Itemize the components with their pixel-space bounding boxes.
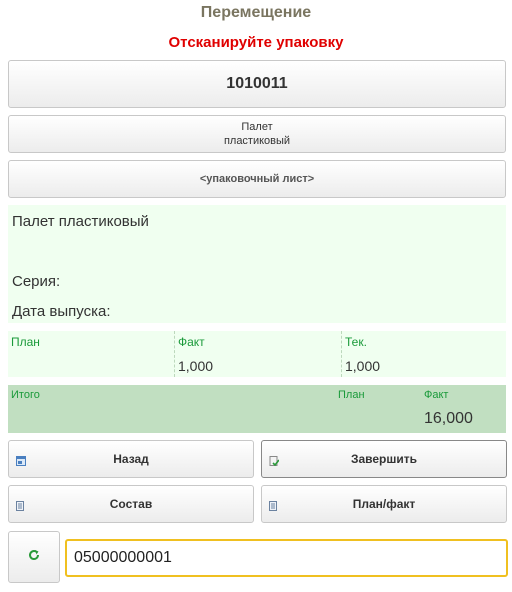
plan-column: План	[8, 331, 174, 377]
contents-label: Состав	[109, 497, 153, 511]
current-column: Тек. 1,000	[341, 331, 506, 377]
pallet-type-line2: пластиковый	[223, 135, 291, 147]
finish-button[interactable]: Завершить	[261, 440, 507, 478]
series-label: Серия:	[12, 273, 61, 290]
fact-value: 1,000	[178, 358, 214, 374]
fact-header: Факт	[178, 335, 205, 349]
totals-fact-label: Факт	[424, 389, 449, 401]
finish-label: Завершить	[350, 452, 418, 466]
pallet-type-line1: Палет	[241, 121, 273, 133]
refresh-icon	[28, 548, 40, 566]
release-date-label: Дата выпуска:	[12, 303, 111, 320]
fact-column: Факт 1,000	[174, 331, 341, 377]
item-name: Палет пластиковый	[12, 213, 149, 230]
plan-header: План	[11, 335, 40, 349]
totals-plan-label: План	[338, 389, 365, 401]
totals-fact-value: 16,000	[424, 410, 473, 427]
document-icon	[269, 500, 277, 514]
packing-list-button[interactable]: <упаковочный лист>	[8, 160, 506, 198]
window-back-icon	[16, 455, 26, 469]
back-button[interactable]: Назад	[8, 440, 254, 478]
back-label: Назад	[113, 452, 149, 466]
document-check-icon	[269, 455, 280, 469]
pallet-type-button[interactable]: Палет пластиковый	[8, 115, 506, 153]
barcode-scan-input[interactable]	[65, 539, 508, 577]
plan-table: План Факт 1,000 Тек. 1,000	[8, 331, 506, 377]
item-info-panel: Палет пластиковый Серия: Дата выпуска:	[8, 205, 506, 323]
plan-fact-button[interactable]: План/факт	[261, 485, 507, 523]
page-title: Перемещение	[200, 4, 312, 21]
contents-button[interactable]: Состав	[8, 485, 254, 523]
totals-label: Итого	[11, 389, 40, 401]
plan-fact-label: План/факт	[352, 497, 416, 511]
document-icon	[16, 500, 24, 514]
refresh-button[interactable]	[8, 531, 60, 583]
current-header: Тек.	[345, 335, 367, 349]
totals-panel: Итого План Факт 16,000	[8, 385, 506, 433]
current-value: 1,000	[345, 358, 381, 374]
package-code-button[interactable]: 1010011	[8, 60, 506, 108]
status-message: Отсканируйте упаковку	[168, 34, 344, 51]
